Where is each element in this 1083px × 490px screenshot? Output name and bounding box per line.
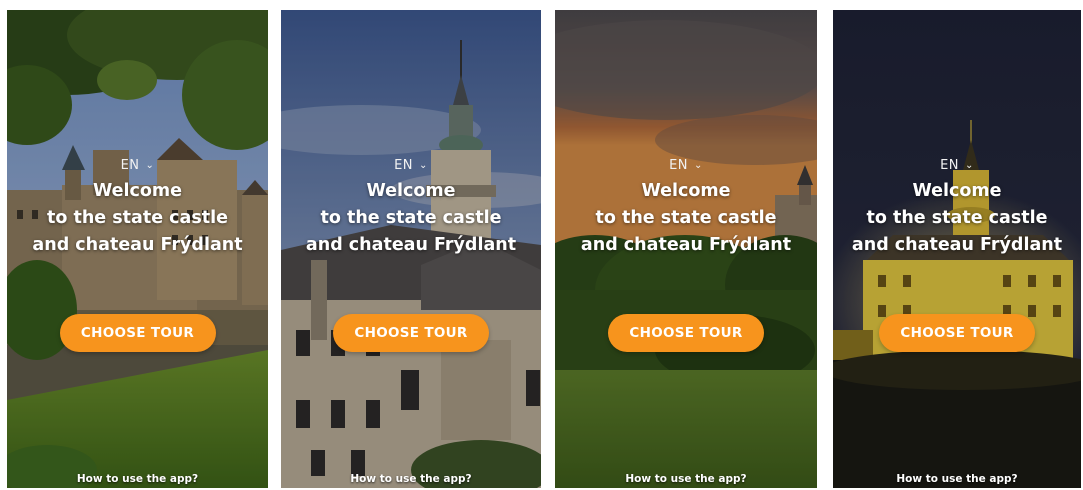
welcome-line-2: to the state castle bbox=[46, 208, 228, 228]
welcome-heading: Welcome to the state castle and chateau … bbox=[7, 178, 268, 259]
language-selector[interactable]: EN ⌄ bbox=[281, 158, 541, 173]
welcome-line-3: and chateau Frýdlant bbox=[305, 235, 517, 255]
app-screen-4: EN ⌄ Welcome to the state castle and chat… bbox=[833, 10, 1081, 488]
choose-tour-button[interactable]: CHOOSE TOUR bbox=[879, 314, 1035, 352]
welcome-heading: Welcome to the state castle and chateau … bbox=[281, 178, 541, 259]
welcome-line-2: to the state castle bbox=[866, 208, 1048, 228]
app-screen-1: EN ⌄ Welcome to the state castle and chat… bbox=[7, 10, 268, 488]
app-screen-3: EN ⌄ Welcome to the state castle and chat… bbox=[555, 10, 817, 488]
language-selector[interactable]: EN ⌄ bbox=[7, 158, 268, 173]
welcome-line-2: to the state castle bbox=[320, 208, 502, 228]
how-to-use-link[interactable]: How to use the app? bbox=[7, 473, 268, 485]
welcome-line-1: Welcome bbox=[92, 181, 183, 201]
choose-tour-button[interactable]: CHOOSE TOUR bbox=[608, 314, 764, 352]
how-to-use-link[interactable]: How to use the app? bbox=[555, 473, 817, 485]
welcome-line-1: Welcome bbox=[641, 181, 731, 201]
chevron-down-icon: ⌄ bbox=[419, 160, 428, 171]
language-selector[interactable]: EN ⌄ bbox=[555, 158, 817, 173]
welcome-line-3: and chateau Frýdlant bbox=[32, 235, 243, 255]
welcome-line-1: Welcome bbox=[366, 181, 456, 201]
welcome-line-3: and chateau Frýdlant bbox=[851, 235, 1063, 255]
chevron-down-icon: ⌄ bbox=[145, 160, 155, 171]
how-to-use-link[interactable]: How to use the app? bbox=[281, 473, 541, 485]
choose-tour-button[interactable]: CHOOSE TOUR bbox=[59, 314, 216, 352]
chevron-down-icon: ⌄ bbox=[694, 160, 703, 171]
welcome-line-1: Welcome bbox=[912, 181, 1002, 201]
language-selector[interactable]: EN ⌄ bbox=[833, 158, 1081, 173]
language-code: EN bbox=[940, 158, 960, 173]
language-code: EN bbox=[394, 158, 414, 173]
language-code: EN bbox=[669, 158, 689, 173]
how-to-use-link[interactable]: How to use the app? bbox=[833, 473, 1081, 485]
app-screen-2: EN ⌄ Welcome to the state castle and chat… bbox=[281, 10, 541, 488]
welcome-line-2: to the state castle bbox=[595, 208, 777, 228]
language-code: EN bbox=[120, 158, 140, 173]
choose-tour-button[interactable]: CHOOSE TOUR bbox=[333, 314, 489, 352]
chevron-down-icon: ⌄ bbox=[965, 160, 974, 171]
welcome-line-3: and chateau Frýdlant bbox=[580, 235, 792, 255]
welcome-heading: Welcome to the state castle and chateau … bbox=[555, 178, 817, 259]
welcome-heading: Welcome to the state castle and chateau … bbox=[833, 178, 1081, 259]
